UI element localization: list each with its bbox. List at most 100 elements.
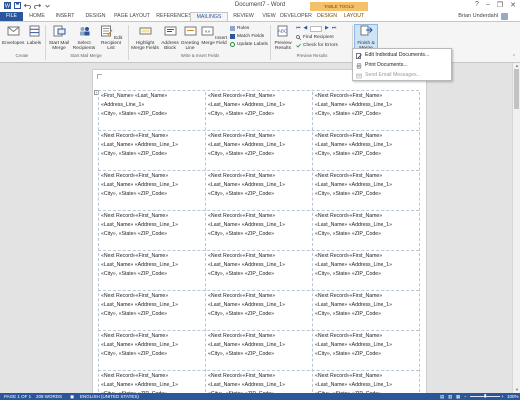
language[interactable]: ENGLISH (UNITED STATES) — [80, 393, 139, 400]
menu-print-documents[interactable]: Print Documents... — [355, 61, 450, 70]
mail-label-cell[interactable]: «First_Name» «Last_Name» «Address_Line_1»… — [99, 92, 203, 130]
finish-merge-menu: Edit Individual Documents... Print Docum… — [352, 48, 452, 81]
tab-view[interactable]: VIEW — [259, 12, 279, 21]
next-record-icon[interactable]: ▶ — [325, 25, 329, 32]
tab-table-layout[interactable]: LAYOUT — [341, 12, 367, 21]
mail-label-cell[interactable]: «Next Record»«First_Name» «Last_Name» «Ad… — [313, 252, 417, 290]
mail-merge-icon — [53, 25, 65, 37]
merge-field-line: «City», «State» «ZIP_Code» — [208, 151, 275, 157]
tab-home[interactable]: HOME — [26, 12, 48, 21]
zoom-out-icon[interactable]: – — [464, 393, 467, 400]
mail-label-cell[interactable]: «Next Record»«First_Name» «Last_Name» «Ad… — [206, 252, 310, 290]
mail-label-cell[interactable]: «Next Record»«First_Name» «Last_Name» «Ad… — [313, 132, 417, 170]
mail-label-cell[interactable]: «Next Record»«First_Name» «Last_Name» «Ad… — [99, 172, 203, 210]
greeting-line-button[interactable]: Greeting Line — [180, 25, 200, 51]
mail-label-cell[interactable]: «Next Record»«First_Name» «Last_Name» «Ad… — [99, 212, 203, 250]
merge-field-line: «Next Record»«First_Name» — [208, 253, 276, 259]
document-page[interactable]: + «First_Name» «Last_Name» «Address_Line_… — [92, 69, 427, 393]
mail-label-cell[interactable]: «Next Record»«First_Name» «Last_Name» «Ad… — [206, 92, 310, 130]
mail-label-cell[interactable]: «Next Record»«First_Name» «Last_Name» «Ad… — [99, 252, 203, 290]
mail-label-cell[interactable]: «Next Record»«First_Name» «Last_Name» «Ad… — [206, 292, 310, 330]
menu-edit-individual-documents[interactable]: Edit Individual Documents... — [355, 51, 450, 60]
previous-record-icon[interactable]: ◀ — [303, 25, 307, 32]
mail-label-cell[interactable]: «Next Record»«First_Name» «Last_Name» «Ad… — [99, 332, 203, 370]
read-mode-icon[interactable]: ▤ — [440, 393, 444, 400]
address-block-button[interactable]: Address Block — [160, 25, 180, 51]
mail-label-cell[interactable]: «Next Record»«First_Name» «Last_Name» «Ad… — [206, 172, 310, 210]
merge-field-line: «Last_Name» «Address_Line_1» — [101, 182, 179, 188]
find-recipient-button[interactable]: Find Recipient — [296, 34, 334, 41]
record-number-field[interactable] — [310, 25, 323, 32]
mail-label-cell[interactable]: «Next Record»«First_Name» «Last_Name» «Ad… — [206, 132, 310, 170]
table-gridline — [312, 92, 313, 393]
mail-label-cell[interactable]: «Next Record»«First_Name» «Last_Name» «Ad… — [313, 332, 417, 370]
update-labels-button[interactable]: Update Labels — [230, 41, 268, 48]
proofing-icon[interactable]: ▣ — [70, 393, 74, 400]
tab-mailings[interactable]: MAILINGS — [190, 12, 228, 21]
zoom-level[interactable]: 100% — [507, 393, 519, 400]
check-errors-icon — [296, 43, 301, 48]
web-layout-icon[interactable]: ▦ — [456, 393, 460, 400]
preview-results-button[interactable]: ABC Preview Results — [272, 25, 294, 51]
first-record-icon[interactable]: ⏮ — [296, 25, 300, 32]
tab-insert[interactable]: INSERT — [52, 12, 78, 21]
highlight-merge-fields-button[interactable]: Highlight Merge Fields — [130, 25, 160, 51]
mail-label-cell[interactable]: «Next Record»«First_Name» «Last_Name» «Ad… — [313, 92, 417, 130]
merge-field-line: «City», «State» «ZIP_Code» — [315, 351, 382, 357]
tab-table-design[interactable]: DESIGN — [314, 12, 340, 21]
mail-label-cell[interactable]: «Next Record»«First_Name» «Last_Name» «Ad… — [313, 172, 417, 210]
table-gridline — [98, 210, 419, 211]
start-mail-merge-button[interactable]: Start Mail Merge — [47, 25, 71, 51]
merge-field-line: «Next Record»«First_Name» — [208, 173, 276, 179]
merge-field-line: «City», «State» «ZIP_Code» — [101, 111, 168, 117]
page-count[interactable]: PAGE 1 OF 1 — [4, 393, 31, 400]
merge-field-line: «Next Record»«First_Name» — [101, 173, 169, 179]
minimize-button[interactable]: – — [486, 1, 490, 9]
document-area[interactable]: + «First_Name» «Last_Name» «Address_Line_… — [0, 63, 520, 393]
user-account[interactable]: Brian Underdahl — [458, 12, 508, 21]
collapse-ribbon-icon[interactable]: ⌃ — [512, 54, 516, 60]
record-navigation: ⏮ ◀ ▶ ⏭ — [296, 25, 336, 32]
tab-design[interactable]: DESIGN — [82, 12, 109, 21]
scroll-thumb[interactable] — [514, 69, 519, 109]
tab-developer[interactable]: DEVELOPER — [278, 12, 314, 21]
last-record-icon[interactable]: ⏭ — [332, 25, 336, 32]
restore-button[interactable]: ❐ — [497, 1, 503, 9]
close-button[interactable]: ✕ — [510, 1, 516, 9]
merge-field-line: «Last_Name» «Address_Line_1» — [101, 342, 179, 348]
tab-references[interactable]: REFERENCES — [155, 12, 193, 21]
check-for-errors-button[interactable]: Check for Errors — [296, 42, 338, 49]
finish-merge-icon — [360, 25, 373, 36]
match-fields-button[interactable]: Match Fields — [230, 33, 264, 40]
select-recipients-button[interactable]: Select Recipients — [71, 25, 97, 51]
tab-file[interactable]: FILE — [0, 12, 23, 21]
vertical-scrollbar[interactable]: ▲ ▼ — [512, 63, 520, 393]
finish-merge-button[interactable]: Finish & Merge — [354, 24, 378, 51]
rules-button[interactable]: Rules — [230, 25, 249, 32]
print-layout-icon[interactable]: ▥ — [448, 393, 452, 400]
edit-recipient-list-button[interactable]: Edit Recipient List — [97, 25, 125, 51]
help-button[interactable]: ? — [475, 1, 479, 9]
mail-label-cell[interactable]: «Next Record»«First_Name» «Last_Name» «Ad… — [313, 372, 417, 393]
zoom-slider-thumb[interactable]: ▮ — [484, 392, 486, 399]
merge-field-line: «Next Record»«First_Name» — [101, 293, 169, 299]
zoom-in-icon[interactable]: + — [501, 393, 504, 400]
mail-label-cell[interactable]: «Next Record»«First_Name» «Last_Name» «Ad… — [313, 292, 417, 330]
insert-merge-field-button[interactable]: «» Insert Merge Field — [200, 25, 228, 46]
mail-label-cell[interactable]: «Next Record»«First_Name» «Last_Name» «Ad… — [206, 332, 310, 370]
envelopes-button[interactable]: Envelopes — [2, 25, 24, 46]
merge-field-line: «City», «State» «ZIP_Code» — [101, 271, 168, 277]
tab-page-layout[interactable]: PAGE LAYOUT — [112, 12, 152, 21]
merge-field-line: «Last_Name» «Address_Line_1» — [101, 262, 179, 268]
mail-label-cell[interactable]: «Next Record»«First_Name» «Last_Name» «Ad… — [99, 292, 203, 330]
table-gridline — [419, 92, 420, 393]
preview-icon: ABC — [277, 25, 287, 37]
mail-label-cell[interactable]: «Next Record»«First_Name» «Last_Name» «Ad… — [99, 132, 203, 170]
mail-label-cell[interactable]: «Next Record»«First_Name» «Last_Name» «Ad… — [99, 372, 203, 393]
tab-review[interactable]: REVIEW — [231, 12, 256, 21]
word-count[interactable]: 209 WORDS — [36, 393, 62, 400]
labels-button[interactable]: Labels — [25, 25, 43, 46]
mail-label-cell[interactable]: «Next Record»«First_Name» «Last_Name» «Ad… — [206, 212, 310, 250]
mail-label-cell[interactable]: «Next Record»«First_Name» «Last_Name» «Ad… — [313, 212, 417, 250]
mail-label-cell[interactable]: «Next Record»«First_Name» «Last_Name» «Ad… — [206, 372, 310, 393]
